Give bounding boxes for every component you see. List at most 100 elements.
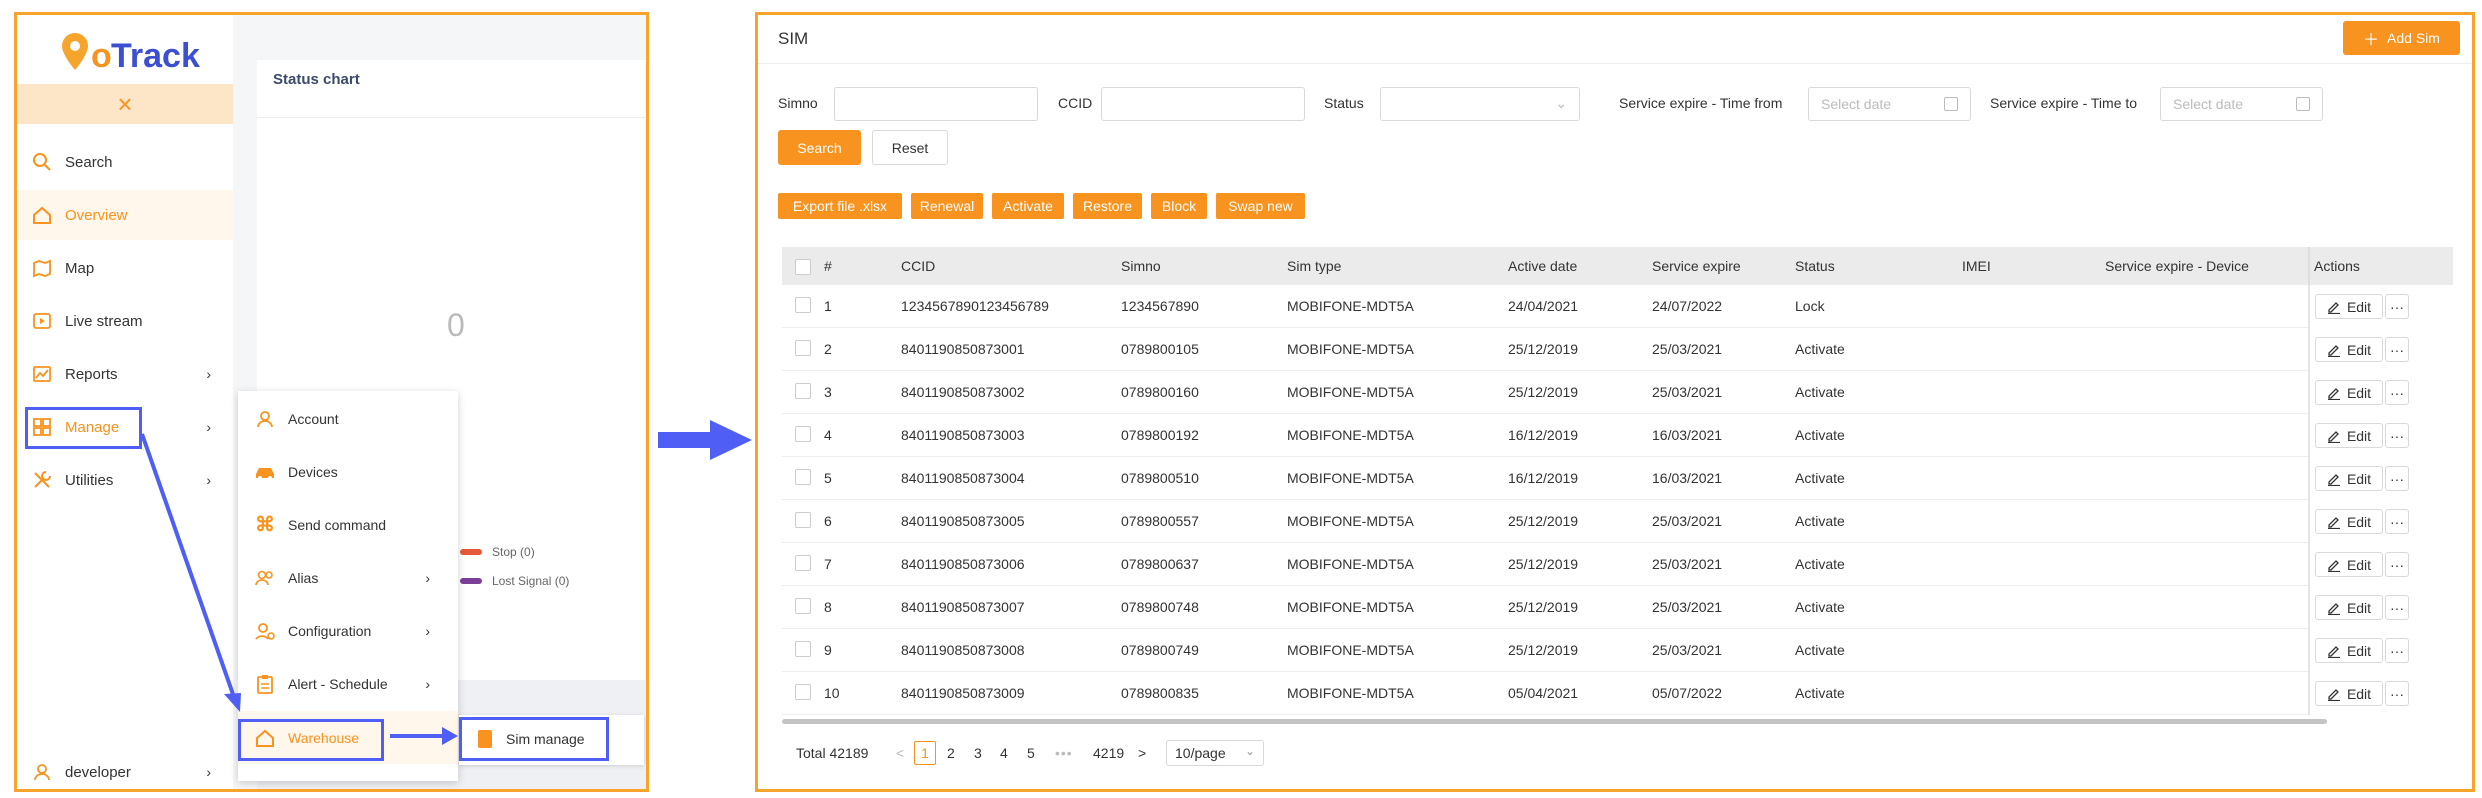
table-cell: 25/12/2019: [1508, 599, 1579, 615]
more-actions-button[interactable]: ···: [2385, 380, 2409, 405]
add-sim-button[interactable]: ＋ Add Sim: [2343, 21, 2460, 55]
edit-button[interactable]: Edit: [2315, 509, 2383, 534]
table-row[interactable]: 2 8401190850873001 0789800105 MOBIFONE-MDT5…: [782, 328, 2453, 371]
table-row[interactable]: 7 8401190850873006 0789800637 MOBIFONE-MDT5…: [782, 543, 2453, 586]
edit-button[interactable]: Edit: [2315, 423, 2383, 448]
edit-button[interactable]: Edit: [2315, 552, 2383, 577]
table-row[interactable]: 10 8401190850873009 0789800835 MOBIFONE-MDT…: [782, 672, 2453, 715]
page-3[interactable]: 3: [974, 745, 982, 761]
sim-manage-menu-item[interactable]: Sim manage: [459, 717, 609, 761]
row-checkbox[interactable]: [795, 469, 811, 485]
more-actions-button[interactable]: ···: [2385, 423, 2409, 448]
sidebar-collapse-button[interactable]: ×: [17, 84, 233, 124]
user-menu[interactable]: developer ›: [17, 755, 233, 789]
row-checkbox[interactable]: [795, 641, 811, 657]
table-cell: 0789800557: [1121, 513, 1199, 529]
table-cell: 0789800105: [1121, 341, 1199, 357]
more-actions-button[interactable]: ···: [2385, 638, 2409, 663]
table-cell: 25/03/2021: [1652, 556, 1723, 572]
block-button[interactable]: Block: [1151, 193, 1207, 219]
horizontal-scrollbar[interactable]: [782, 719, 2327, 724]
submenu-item-send-command[interactable]: ⌘ Send command: [238, 498, 458, 551]
pagination-prev[interactable]: <: [896, 745, 904, 761]
more-actions-button[interactable]: ···: [2385, 552, 2409, 577]
table-cell: Activate: [1795, 513, 1845, 529]
table-row[interactable]: 5 8401190850873004 0789800510 MOBIFONE-MDT5…: [782, 457, 2453, 500]
submenu-item-alias[interactable]: Alias ›: [238, 551, 458, 604]
submenu-item-alert-schedule[interactable]: Alert - Schedule ›: [238, 657, 458, 710]
edit-button[interactable]: Edit: [2315, 595, 2383, 620]
edit-button[interactable]: Edit: [2315, 681, 2383, 706]
ccid-input[interactable]: [1101, 87, 1305, 121]
table-row[interactable]: 3 8401190850873002 0789800160 MOBIFONE-MDT5…: [782, 371, 2453, 414]
table-cell: 25/03/2021: [1652, 599, 1723, 615]
restore-button[interactable]: Restore: [1073, 193, 1142, 219]
pagination-next[interactable]: >: [1138, 745, 1146, 761]
edit-button[interactable]: Edit: [2315, 638, 2383, 663]
edit-button[interactable]: Edit: [2315, 294, 2383, 319]
renewal-button[interactable]: Renewal: [911, 193, 983, 219]
more-actions-button[interactable]: ···: [2385, 337, 2409, 362]
table-cell: 8401190850873008: [901, 642, 1025, 658]
edit-button[interactable]: Edit: [2315, 466, 2383, 491]
submenu-item-devices[interactable]: Devices: [238, 445, 458, 498]
more-actions-button[interactable]: ···: [2385, 595, 2409, 620]
page-size-select[interactable]: 10/page ⌄: [1166, 740, 1264, 766]
row-checkbox[interactable]: [795, 297, 811, 313]
edit-button[interactable]: Edit: [2315, 337, 2383, 362]
table-cell: 3: [824, 384, 832, 400]
table-row[interactable]: 4 8401190850873003 0789800192 MOBIFONE-MDT5…: [782, 414, 2453, 457]
table-cell: 05/04/2021: [1508, 685, 1579, 701]
add-sim-label: Add Sim: [2387, 30, 2440, 46]
more-actions-button[interactable]: ···: [2385, 466, 2409, 491]
edit-label: Edit: [2346, 599, 2372, 616]
sidebar-item-overview[interactable]: Overview: [17, 190, 233, 240]
sidebar-item-live-stream[interactable]: Live stream: [17, 296, 233, 346]
time-to-datepicker[interactable]: Select date: [2160, 87, 2323, 121]
page-5[interactable]: 5: [1027, 745, 1035, 761]
row-checkbox[interactable]: [795, 684, 811, 700]
page-2[interactable]: 2: [947, 745, 955, 761]
edit-button[interactable]: Edit: [2315, 380, 2383, 405]
table-row[interactable]: 8 8401190850873007 0789800748 MOBIFONE-MDT5…: [782, 586, 2453, 629]
page-last[interactable]: 4219: [1093, 745, 1124, 761]
chevron-right-icon: ›: [206, 764, 211, 780]
sidebar-item-map[interactable]: Map: [17, 243, 233, 293]
more-actions-button[interactable]: ···: [2385, 681, 2409, 706]
table-row[interactable]: 6 8401190850873005 0789800557 MOBIFONE-MDT5…: [782, 500, 2453, 543]
sidebar-item-utilities[interactable]: Utilities ›: [17, 455, 233, 505]
simno-input[interactable]: [834, 87, 1038, 121]
sidebar: o Track × Search Overview Map Live strea…: [17, 15, 233, 789]
submenu-item-configuration[interactable]: Configuration ›: [238, 604, 458, 657]
row-checkbox[interactable]: [795, 512, 811, 528]
sidebar-item-search[interactable]: Search: [17, 137, 233, 187]
activate-button[interactable]: Activate: [992, 193, 1064, 219]
more-actions-button[interactable]: ···: [2385, 509, 2409, 534]
select-all-checkbox[interactable]: [795, 259, 811, 275]
table-row[interactable]: 9 8401190850873008 0789800749 MOBIFONE-MDT5…: [782, 629, 2453, 672]
reset-button[interactable]: Reset: [872, 130, 948, 165]
row-checkbox[interactable]: [795, 426, 811, 442]
edit-label: Edit: [2346, 341, 2372, 358]
more-actions-button[interactable]: ···: [2385, 294, 2409, 319]
row-checkbox[interactable]: [795, 598, 811, 614]
submenu-item-account[interactable]: Account: [238, 392, 458, 445]
table-cell: 8401190850873003: [901, 427, 1025, 443]
pagination-ellipsis[interactable]: •••: [1055, 745, 1073, 761]
export-xlsx-button[interactable]: Export file .xlsx: [778, 193, 902, 219]
row-checkbox[interactable]: [795, 555, 811, 571]
table-cell: 16/12/2019: [1508, 470, 1579, 486]
table-row[interactable]: 1 1234567890123456789 1234567890 MOBIFONE-M…: [782, 285, 2453, 328]
tools-icon: [31, 469, 53, 491]
status-select[interactable]: ⌄: [1380, 87, 1580, 121]
page-1[interactable]: 1: [914, 741, 936, 765]
table-cell: 8401190850873007: [901, 599, 1025, 615]
row-checkbox[interactable]: [795, 383, 811, 399]
sidebar-item-reports[interactable]: Reports ›: [17, 349, 233, 399]
search-button[interactable]: Search: [778, 130, 861, 165]
swap-new-button[interactable]: Swap new: [1216, 193, 1305, 219]
row-checkbox[interactable]: [795, 340, 811, 356]
page-4[interactable]: 4: [1000, 745, 1008, 761]
time-from-datepicker[interactable]: Select date: [1808, 87, 1971, 121]
table-cell: 6: [824, 513, 832, 529]
